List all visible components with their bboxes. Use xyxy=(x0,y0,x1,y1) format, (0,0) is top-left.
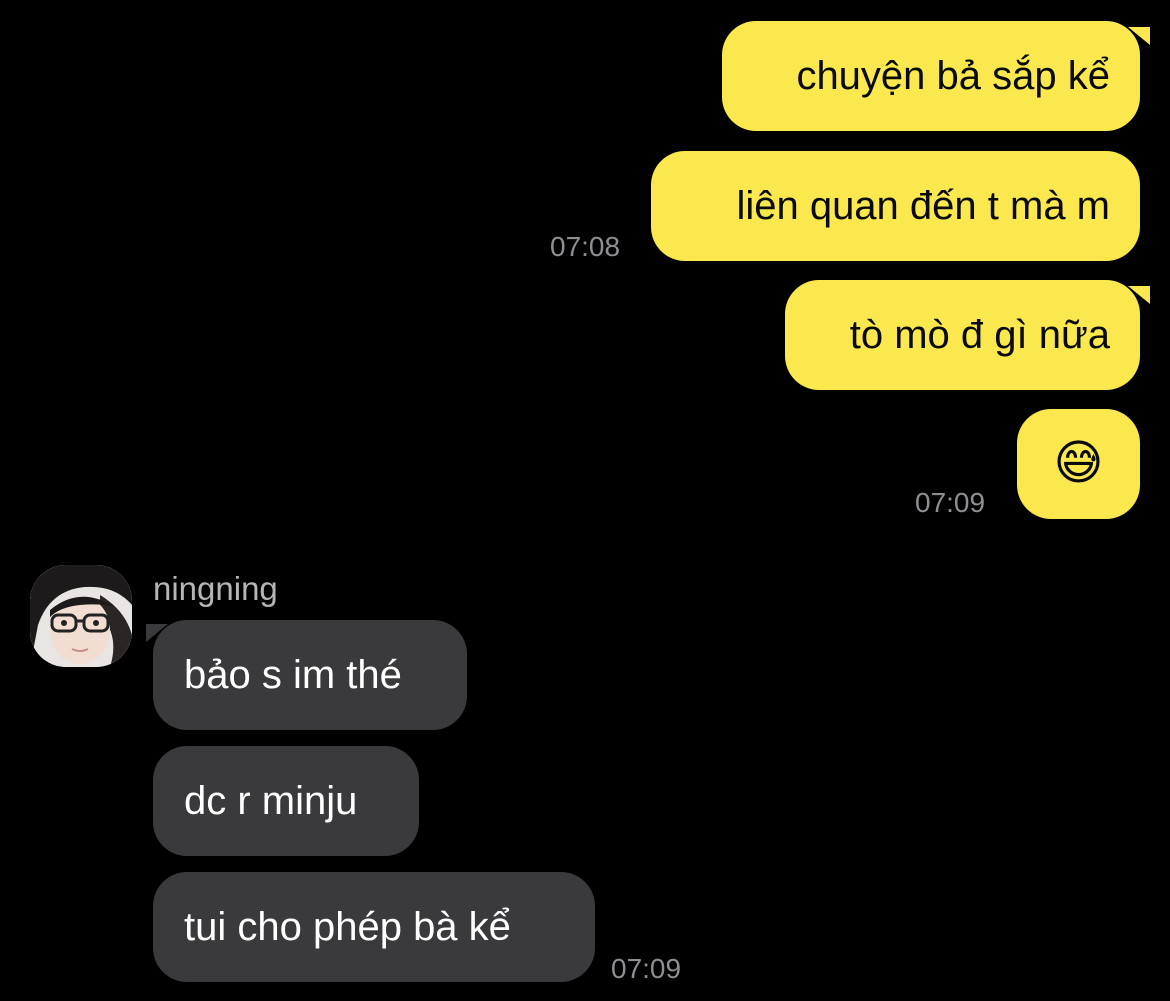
sender-name: ningning xyxy=(153,570,278,607)
message-text: tò mò đ gì nữa xyxy=(849,313,1110,357)
message-text: tui cho phép bà kể xyxy=(184,905,511,949)
outgoing-message[interactable]: liên quan đến t mà m xyxy=(651,151,1140,261)
incoming-message[interactable]: dc r minju xyxy=(153,746,419,856)
timestamp: 07:09 xyxy=(915,487,986,518)
bubble-tail xyxy=(1128,286,1150,304)
avatar-photo xyxy=(30,565,132,667)
outgoing-message[interactable]: chuyện bả sắp kể xyxy=(722,21,1140,131)
outgoing-message[interactable]: tò mò đ gì nữa xyxy=(785,280,1140,390)
message-text: dc r minju xyxy=(184,779,358,823)
incoming-message[interactable]: bảo s im thé xyxy=(153,620,467,730)
bubble-tail xyxy=(1128,27,1150,45)
timestamp: 07:09 xyxy=(611,953,682,984)
avatar[interactable] xyxy=(30,565,132,667)
message-text: chuyện bả sắp kể xyxy=(796,54,1110,98)
timestamp: 07:08 xyxy=(550,231,621,262)
incoming-message[interactable]: tui cho phép bà kể xyxy=(153,872,595,982)
outgoing-message[interactable]: 😅 xyxy=(1017,409,1140,519)
grinning-face-with-sweat-icon: 😅 xyxy=(1053,437,1104,490)
message-text: bảo s im thé xyxy=(184,653,402,697)
message-text: liên quan đến t mà m xyxy=(736,184,1110,228)
